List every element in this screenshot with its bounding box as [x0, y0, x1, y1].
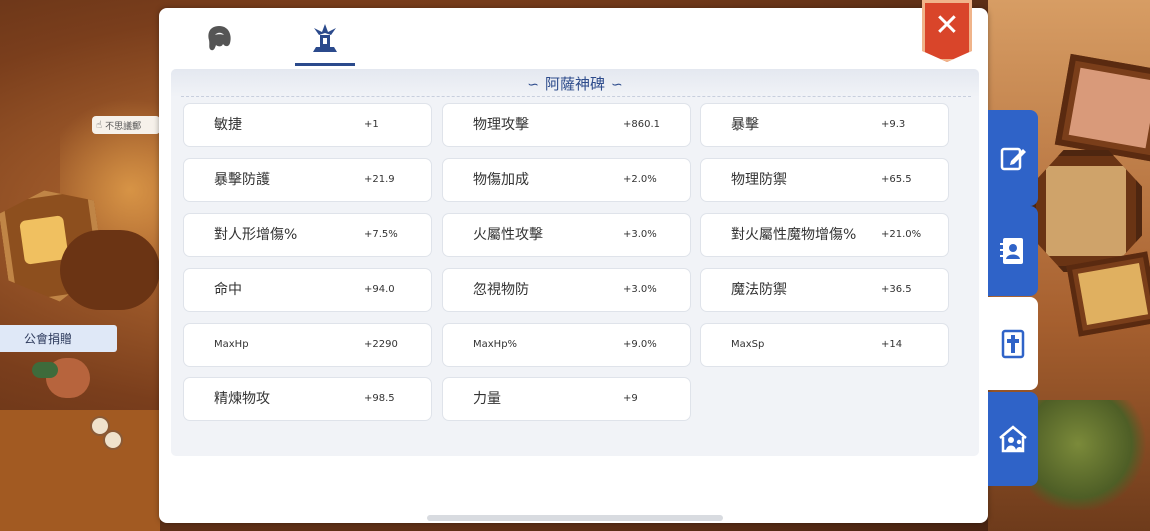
stat-name: 暴擊	[731, 117, 759, 133]
stat-value: +65.5	[881, 174, 912, 185]
stat-cell: 命中 +94.0	[183, 268, 432, 312]
stat-value: +2290	[364, 339, 398, 350]
stat-name: MaxSp	[731, 339, 765, 350]
stat-cell: 物傷加成 +2.0%	[442, 158, 691, 202]
stat-name: 物傷加成	[473, 172, 529, 188]
divider	[181, 96, 971, 97]
close-button[interactable]: ✕	[922, 0, 972, 62]
stat-value: +94.0	[364, 284, 395, 295]
cross-scroll-icon	[1001, 329, 1025, 358]
stat-value: +98.5	[364, 393, 395, 404]
stat-cell: 物理攻擊 +860.1	[442, 103, 691, 147]
tab-monument[interactable]	[295, 18, 355, 66]
section-title: ∽ 阿薩神碑 ∽	[171, 73, 979, 94]
stat-name: 對火屬性魔物增傷%	[731, 227, 857, 243]
stat-name: 力量	[473, 391, 501, 407]
side-tab-edit[interactable]	[988, 110, 1038, 206]
stat-value: +36.5	[881, 284, 912, 295]
stat-value: +9.3	[881, 119, 906, 130]
stat-cell: MaxSp +14	[700, 323, 949, 367]
stat-cell: 對人形增傷% +7.5%	[183, 213, 432, 257]
picture-frame	[1066, 251, 1150, 337]
monument-icon	[313, 24, 337, 52]
barrel	[60, 230, 160, 310]
side-tab-contacts[interactable]	[988, 206, 1038, 296]
stat-name: 精煉物攻	[214, 391, 270, 407]
stat-name: 命中	[214, 282, 242, 298]
edit-icon	[1000, 147, 1026, 171]
stat-cell: MaxHp +2290	[183, 323, 432, 367]
stat-cell: 火屬性攻擊 +3.0%	[442, 213, 691, 257]
stat-cell: 暴擊防護 +21.9	[183, 158, 432, 202]
picture-frame	[1054, 53, 1150, 163]
stat-name: 魔法防禦	[731, 282, 787, 298]
monument-panel: ∽ 阿薩神碑 ∽ 敏捷 +1 物理攻擊 +860.1 暴擊 +9.3 暴擊防護 +21.9 物傷加成…	[159, 8, 988, 523]
stat-value: +7.5%	[364, 229, 398, 240]
stat-cell: 暴擊 +9.3	[700, 103, 949, 147]
wave-ornament-icon: ∽	[611, 77, 623, 93]
stat-cell: 精煉物攻 +98.5	[183, 377, 432, 421]
hair-icon	[208, 26, 231, 51]
side-tab-monument[interactable]	[988, 297, 1038, 390]
wave-ornament-icon: ∽	[527, 77, 539, 93]
stat-cell: 物理防禦 +65.5	[700, 158, 949, 202]
stat-cell: 力量 +9	[442, 377, 691, 421]
stat-name: MaxHp	[214, 339, 249, 350]
stat-value: +21.0%	[881, 229, 922, 240]
npc-hat	[32, 362, 58, 378]
stat-cell: 對火屬性魔物增傷% +21.0%	[700, 213, 949, 257]
horizontal-scrollbar[interactable]	[427, 515, 723, 521]
stat-value: +3.0%	[623, 229, 657, 240]
stat-cell: 魔法防禦 +36.5	[700, 268, 949, 312]
guild-donation-label: 公會捐贈	[24, 332, 73, 346]
hand-icon: ☝	[96, 119, 103, 131]
stat-name: 暴擊防護	[214, 172, 270, 188]
stat-name: 火屬性攻擊	[473, 227, 543, 243]
tab-hair[interactable]	[189, 18, 249, 58]
stat-name: 對人形增傷%	[214, 227, 298, 243]
stat-value: +860.1	[623, 119, 661, 130]
stat-cell: 敏捷 +1	[183, 103, 432, 147]
plant-leaves	[1030, 400, 1150, 510]
stat-name: 物理攻擊	[473, 117, 529, 133]
stat-value: +3.0%	[623, 284, 657, 295]
stat-cell: MaxHp% +9.0%	[442, 323, 691, 367]
guild-house-icon	[999, 425, 1027, 453]
stat-value: +2.0%	[623, 174, 657, 185]
section-title-text: 阿薩神碑	[544, 75, 605, 93]
picture-frame	[1030, 150, 1142, 272]
cup	[103, 430, 123, 450]
guild-donation-button[interactable]: 公會捐贈	[0, 325, 117, 352]
active-tab-indicator	[295, 63, 355, 66]
stat-value: +14	[881, 339, 903, 350]
stat-value: +1	[364, 119, 379, 130]
contacts-book-icon	[1000, 238, 1023, 264]
stat-name: MaxHp%	[473, 339, 518, 350]
stat-name: 物理防禦	[731, 172, 787, 188]
tavern-table	[0, 410, 160, 531]
stat-name: 忽視物防	[473, 282, 529, 298]
close-icon: ✕	[934, 8, 960, 43]
stat-value: +9.0%	[623, 339, 657, 350]
stat-value: +9	[623, 393, 638, 404]
stat-name: 敏捷	[214, 117, 242, 133]
stat-value: +21.9	[364, 174, 395, 185]
npc-name-bubble[interactable]: ☝ 不思議郵	[92, 116, 160, 134]
monument-stats-section: ∽ 阿薩神碑 ∽ 敏捷 +1 物理攻擊 +860.1 暴擊 +9.3 暴擊防護 +21.9 物傷加成…	[171, 69, 979, 456]
side-tab-guild[interactable]	[988, 392, 1038, 486]
npc-name-text: 不思議郵	[105, 121, 142, 132]
stat-cell: 忽視物防 +3.0%	[442, 268, 691, 312]
